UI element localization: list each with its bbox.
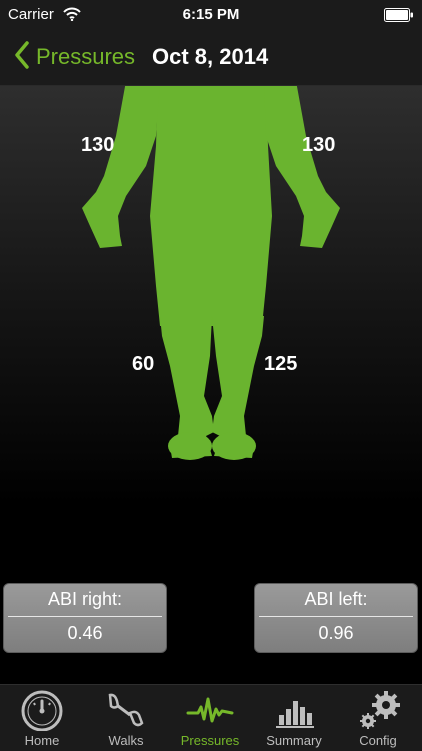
- tab-pressures[interactable]: Pressures: [168, 685, 252, 751]
- status-bar: Carrier 6:15 PM: [0, 0, 422, 30]
- chevron-left-icon: [14, 40, 30, 74]
- back-button[interactable]: Pressures: [14, 40, 136, 74]
- right-ankle-pressure: 60: [132, 353, 155, 375]
- page-title: Oct 8, 2014: [152, 44, 269, 69]
- status-time: 6:15 PM: [182, 6, 240, 23]
- left-ankle-pressure: 125: [264, 353, 298, 375]
- tab-config-label: Config: [359, 733, 397, 748]
- abi-left-card: ABI left: 0.96: [254, 583, 418, 653]
- battery-icon: [384, 8, 414, 27]
- bar-chart-icon: [252, 689, 336, 731]
- tab-home[interactable]: Home: [0, 685, 84, 751]
- left-arm-pressure: 130: [302, 134, 336, 156]
- tab-walks-label: Walks: [108, 733, 144, 748]
- tab-config[interactable]: Config: [336, 685, 420, 751]
- tab-pressures-label: Pressures: [180, 733, 240, 748]
- pressures-view: 130 130 60 125 ABI right: 0.46 ABI left:…: [0, 86, 422, 684]
- pulse-icon: [168, 689, 252, 731]
- right-arm-pressure: 130: [81, 134, 115, 156]
- tab-home-label: Home: [24, 733, 60, 748]
- tab-walks[interactable]: Walks: [84, 685, 168, 751]
- tab-summary-label: Summary: [266, 733, 322, 748]
- abi-left-divider: [259, 616, 413, 617]
- abi-left-label: ABI left:: [304, 589, 368, 609]
- abi-right-label: ABI right:: [47, 589, 123, 609]
- abi-right-value: 0.46: [67, 623, 103, 643]
- navigation-bar: Pressures Oct 8, 2014: [0, 30, 422, 86]
- abi-left-value: 0.96: [318, 623, 354, 643]
- abi-right-divider: [8, 616, 162, 617]
- abi-right-card: ABI right: 0.46: [3, 583, 167, 653]
- tab-summary[interactable]: Summary: [252, 685, 336, 751]
- footsteps-icon: [84, 689, 168, 731]
- tab-bar: Home Walks Pressures Summary Config: [0, 684, 422, 751]
- gears-icon: [336, 689, 420, 731]
- back-button-label: Pressures: [36, 44, 136, 69]
- gauge-icon: [0, 689, 84, 732]
